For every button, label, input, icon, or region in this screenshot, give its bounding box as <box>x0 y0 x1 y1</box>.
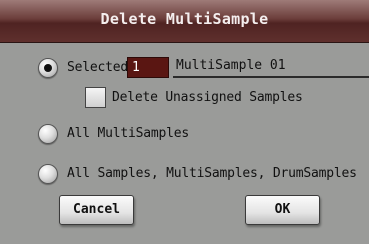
radio-selected[interactable] <box>38 58 58 78</box>
radio-all-samples[interactable] <box>38 164 58 184</box>
title-bar: Delete MultiSample <box>0 0 369 43</box>
dialog-title: Delete MultiSample <box>100 10 269 28</box>
delete-multisample-dialog: Delete MultiSample Selected 1 MultiSampl… <box>0 0 369 244</box>
delete-unassigned-checkbox[interactable] <box>85 87 106 108</box>
radio-selected-label: Selected <box>67 60 129 75</box>
cancel-button[interactable]: Cancel <box>59 195 134 225</box>
multisample-name-value: MultiSample 01 <box>176 58 286 73</box>
delete-unassigned-label: Delete Unassigned Samples <box>112 90 303 105</box>
radio-all-multisamples-label: All MultiSamples <box>67 126 190 141</box>
radio-selected-dot <box>44 64 52 72</box>
ok-button[interactable]: OK <box>245 195 320 225</box>
multisample-name-field[interactable]: MultiSample 01 <box>173 56 369 78</box>
radio-all-samples-label: All Samples, MultiSamples, DrumSamples <box>67 166 357 181</box>
radio-all-multisamples[interactable] <box>38 124 58 144</box>
multisample-number-field[interactable]: 1 <box>127 57 169 78</box>
